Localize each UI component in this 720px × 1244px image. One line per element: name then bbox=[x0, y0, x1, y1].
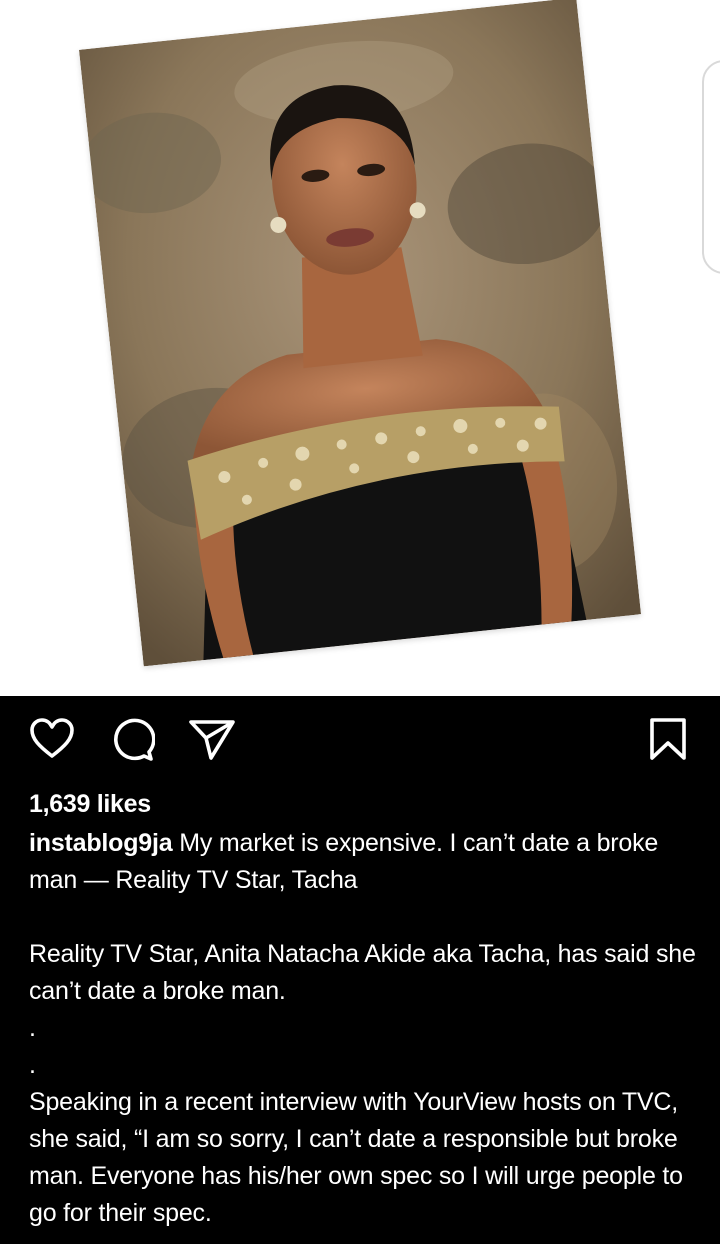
likes-count[interactable]: 1,639 likes bbox=[29, 787, 699, 821]
caption-headline: instablog9ja My market is expensive. I c… bbox=[29, 825, 699, 899]
caption-paragraph-1: Reality TV Star, Anita Natacha Akide aka… bbox=[29, 940, 696, 1005]
post-photo[interactable] bbox=[78, 0, 642, 667]
side-panel-edge bbox=[702, 60, 720, 274]
send-icon[interactable] bbox=[187, 716, 237, 762]
post-media[interactable] bbox=[0, 0, 720, 696]
comment-icon[interactable] bbox=[109, 716, 155, 762]
caption-dot-2: . bbox=[29, 1051, 36, 1079]
post-caption-area: 1,639 likes instablog9ja My market is ex… bbox=[29, 786, 699, 1232]
caption-dot-1: . bbox=[29, 1014, 36, 1042]
action-bar bbox=[0, 696, 720, 786]
username-link[interactable]: instablog9ja bbox=[29, 829, 173, 857]
post-caption: instablog9ja My market is expensive. I c… bbox=[29, 825, 699, 1232]
caption-paragraph-2: Speaking in a recent interview with Your… bbox=[29, 1088, 683, 1227]
heart-icon[interactable] bbox=[29, 716, 75, 762]
bookmark-icon[interactable] bbox=[647, 716, 689, 762]
